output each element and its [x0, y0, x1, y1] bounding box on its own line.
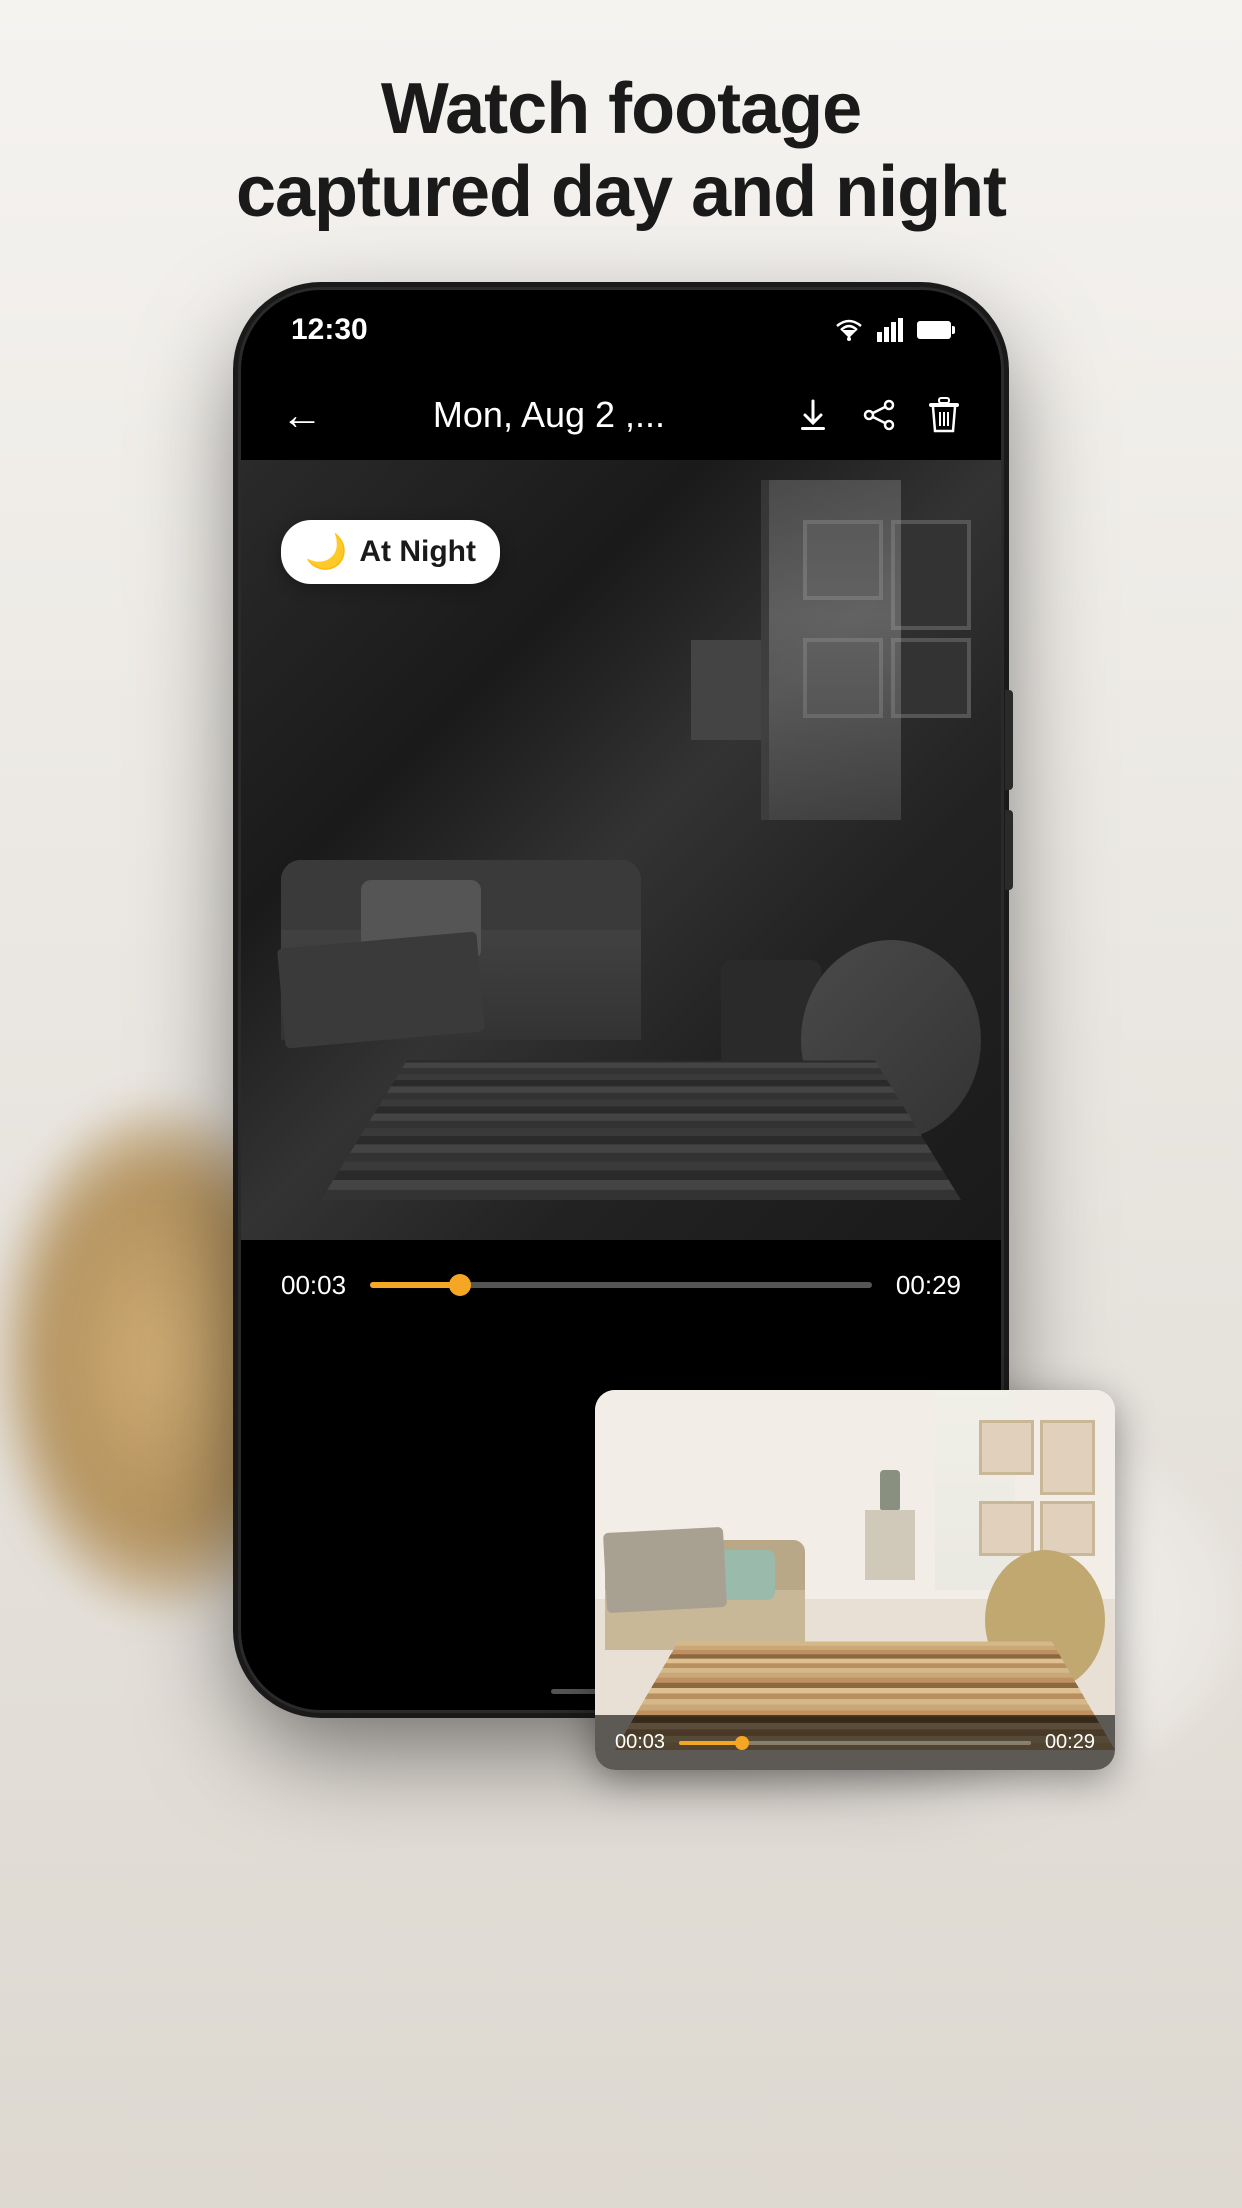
- window: [761, 480, 901, 820]
- day-thumbnail[interactable]: 00:03 00:29: [595, 1390, 1115, 1770]
- day-frame-4: [1040, 1501, 1095, 1556]
- phone: 12:30: [241, 290, 1001, 1850]
- download-icon[interactable]: [795, 397, 831, 433]
- video-controls: 00:03 00:29: [241, 1240, 1001, 1330]
- window-frame: [761, 480, 769, 820]
- moon-icon: 🌙: [305, 532, 347, 572]
- day-frame-1: [979, 1420, 1034, 1475]
- status-icons: [833, 318, 951, 342]
- progress-thumb[interactable]: [449, 1274, 471, 1296]
- at-night-badge: 🌙 At Night: [281, 520, 500, 584]
- day-vase: [880, 1470, 900, 1510]
- at-night-label: At Night: [359, 535, 476, 569]
- delete-icon[interactable]: [927, 397, 961, 433]
- power-button[interactable]: [1005, 690, 1013, 790]
- rug: [321, 1061, 961, 1200]
- day-frame-3: [979, 1501, 1034, 1556]
- video-time-end: 00:29: [896, 1270, 961, 1301]
- sofa: [281, 860, 641, 1040]
- day-side-table: [865, 1510, 915, 1580]
- day-video-content: 00:03 00:29: [595, 1390, 1115, 1770]
- app-header: ← Mon, Aug 2 ,...: [241, 370, 1001, 460]
- status-bar: 12:30: [241, 290, 1001, 370]
- day-progress-thumb[interactable]: [735, 1736, 749, 1750]
- status-time: 12:30: [291, 313, 368, 347]
- share-icon[interactable]: [861, 397, 897, 433]
- signal-icon: [877, 318, 905, 342]
- page-title: Watch footage captured day and night: [0, 68, 1242, 234]
- battery-icon: [917, 321, 951, 339]
- side-table: [691, 640, 761, 740]
- day-progress-bar[interactable]: [679, 1741, 1031, 1745]
- progress-bar[interactable]: [370, 1282, 872, 1288]
- header-title: Mon, Aug 2 ,...: [343, 394, 755, 436]
- frame-4: [891, 638, 971, 718]
- video-time-start: 00:03: [281, 1270, 346, 1301]
- day-time-end: 00:29: [1045, 1731, 1095, 1754]
- day-sofa: [605, 1540, 805, 1650]
- back-button[interactable]: ←: [281, 391, 323, 439]
- day-frame-2: [1040, 1420, 1095, 1495]
- blanket: [277, 931, 485, 1048]
- day-frames: [979, 1420, 1095, 1556]
- day-video-controls: 00:03 00:29: [595, 1715, 1115, 1770]
- day-progress-fill: [679, 1741, 742, 1745]
- day-blanket: [603, 1527, 727, 1613]
- header-actions: [795, 397, 961, 433]
- wifi-icon: [833, 318, 865, 342]
- volume-button[interactable]: [1005, 810, 1013, 890]
- day-time-start: 00:03: [615, 1731, 665, 1754]
- frame-2: [891, 520, 971, 630]
- video-player[interactable]: 🌙 At Night: [241, 460, 1001, 1240]
- progress-fill: [370, 1282, 460, 1288]
